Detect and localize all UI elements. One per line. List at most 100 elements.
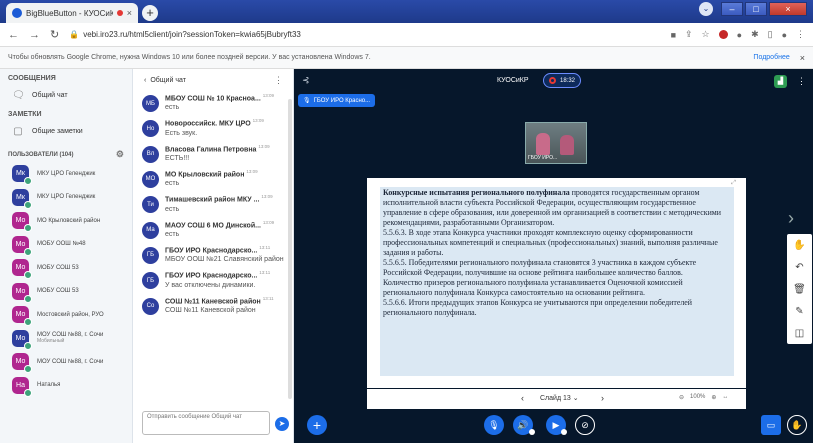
url-field[interactable]: 🔒 vebi.iro23.ru/html5client/join?session…: [69, 30, 660, 39]
meeting-title: КУОСиКР: [497, 77, 529, 84]
back-icon[interactable]: ←: [8, 29, 19, 41]
message-text: У вас отключены динамики.: [165, 281, 256, 289]
user-list-item[interactable]: Мк МКУ ЦРО Геленджик: [0, 162, 132, 186]
user-list-item[interactable]: Мо МОБУ ООШ №48: [0, 233, 132, 257]
reload-icon[interactable]: ↻: [50, 28, 59, 41]
send-message-button[interactable]: ➤: [275, 417, 289, 431]
tab-close-button[interactable]: ×: [127, 8, 132, 18]
user-name-block: МОБУ ООШ №48: [37, 241, 86, 247]
chevron-right-icon[interactable]: ›: [788, 208, 794, 229]
undo-icon[interactable]: ↶: [795, 262, 803, 273]
user-name: МКУ ЦРО Геленджик: [37, 194, 96, 201]
maximize-button[interactable]: □: [745, 2, 767, 16]
puzzle-icon[interactable]: ✱: [751, 29, 759, 40]
presentation-toggle-button[interactable]: ▭: [761, 415, 781, 435]
message-body: СОШ №11 Каневской район 13:11 СОШ №11 Кан…: [165, 294, 274, 315]
recording-indicator[interactable]: 18:32: [543, 73, 581, 88]
zoom-in-button[interactable]: ⊕: [711, 394, 716, 401]
next-slide-button[interactable]: ›: [601, 393, 604, 403]
webcam-video[interactable]: ГБОУ ИРО...: [525, 122, 587, 164]
user-list-item[interactable]: Мо МОУ СОШ №88, г. Сочи Мобильный: [0, 327, 132, 351]
fit-width-button[interactable]: ↔: [722, 394, 728, 401]
user-list-item[interactable]: Мо Мостовский район, РУО: [0, 303, 132, 327]
user-list-item[interactable]: На Наталья: [0, 374, 132, 398]
gear-icon[interactable]: ⚙: [116, 149, 124, 160]
presentation-slide[interactable]: ⤢ Конкурсные испытания регионального пол…: [367, 178, 746, 388]
chat-message: Со СОШ №11 Каневской район 13:11 СОШ №11 К…: [134, 294, 293, 315]
shared-notes-item[interactable]: ▢ Общие заметки: [0, 122, 132, 141]
message-avatar: Со: [142, 297, 159, 315]
camera-permission-icon[interactable]: ■: [671, 30, 676, 40]
message-avatar: ГБ: [142, 246, 159, 264]
message-time: 13:09: [252, 118, 264, 124]
multi-user-icon[interactable]: ✎: [795, 306, 803, 317]
microphone-button[interactable]: 🎙: [484, 415, 504, 435]
trash-icon[interactable]: 🗑: [793, 284, 806, 295]
sidepanel-icon[interactable]: ▯: [768, 29, 773, 40]
public-chat-item[interactable]: 🗨 Общий чат: [0, 86, 132, 105]
screen-share-button[interactable]: ⊘: [575, 415, 595, 435]
profile-avatar-icon[interactable]: ●: [782, 30, 787, 40]
chat-message: ГБ ГБОУ ИРО Краснодарско... 13:11 МБОУ ООШ…: [134, 243, 293, 264]
chart-icon[interactable]: ◫: [795, 328, 804, 339]
new-tab-button[interactable]: +: [142, 5, 158, 21]
user-name-block: МОБУ СОШ 53: [37, 265, 79, 271]
message-sender: Тимашевский район МКУ ... 13:09: [165, 192, 273, 204]
user-avatar: Мо: [12, 306, 32, 327]
message-sender: МАОУ СОШ 6 МО Динской... 13:09: [165, 218, 274, 230]
video-label: ГБОУ ИРО...: [528, 155, 558, 161]
message-avatar: Ти: [142, 196, 159, 214]
slide-selector[interactable]: Слайд 13 ⌄: [540, 394, 579, 402]
message-sender: МБОУ СОШ № 10 Красноа... 13:09: [165, 91, 274, 103]
actions-plus-button[interactable]: +: [307, 415, 327, 435]
user-list-item[interactable]: Мо МО Крыловский район: [0, 209, 132, 233]
previous-slide-button[interactable]: ‹: [521, 393, 524, 403]
raise-hand-button[interactable]: ✋: [787, 415, 807, 435]
message-text: Есть звук.: [165, 129, 198, 137]
options-menu-icon[interactable]: ⋮: [797, 76, 806, 87]
menu-dots-icon[interactable]: ⋮: [796, 29, 805, 40]
user-name: МО Крыловский район: [37, 217, 101, 224]
user-name-block: МО Крыловский район: [37, 218, 100, 224]
zoom-out-button[interactable]: ⊖: [679, 394, 684, 401]
chat-back-icon[interactable]: ‹: [144, 77, 146, 84]
message-text: есть: [165, 180, 180, 188]
sender-name: Новороссийск. МКУ ЦРО: [165, 120, 251, 128]
user-list-sidebar: СООБЩЕНИЯ 🗨 Общий чат ЗАМЕТКИ ▢ Общие за…: [0, 69, 133, 443]
hand-tool-icon[interactable]: ✋: [793, 240, 805, 251]
user-list-item[interactable]: Мо МОУ СОШ №88, г. Сочи: [0, 350, 132, 374]
lock-icon: 🔒: [69, 30, 80, 39]
browser-tab[interactable]: BigBlueButton - КУОСиКР - ×: [6, 3, 138, 23]
fit-to-screen-icon[interactable]: ⤢: [731, 180, 736, 187]
user-list-item[interactable]: Мо МОБУ СОШ 53: [0, 280, 132, 304]
tab-title: BigBlueButton - КУОСиКР -: [26, 8, 113, 18]
slide-paragraph: 5.5.6.5. Победителями регионального полу…: [383, 258, 697, 277]
message-sender: СОШ №11 Каневской район 13:11: [165, 294, 274, 306]
forward-icon[interactable]: →: [29, 29, 40, 41]
chat-message-input[interactable]: Отправить сообщение Общий чат: [142, 411, 270, 435]
connection-status-icon[interactable]: ▟: [774, 75, 787, 88]
message-sender: Власова Галина Петровна 13:09: [165, 142, 270, 154]
recording-time: 18:32: [559, 77, 575, 84]
profile-icon[interactable]: ⌄: [699, 2, 713, 16]
notice-more-link[interactable]: Подробнее: [753, 54, 789, 61]
user-list-item[interactable]: Мо МОБУ СОШ 53: [0, 256, 132, 280]
toggle-userlist-icon[interactable]: ⊰: [302, 75, 310, 86]
message-body: Тимашевский район МКУ ... 13:09 есть: [165, 192, 273, 213]
close-window-button[interactable]: ×: [769, 2, 807, 16]
extension-shield-icon[interactable]: [718, 30, 728, 39]
minimize-button[interactable]: –: [721, 2, 743, 16]
chat-scrollbar[interactable]: [288, 99, 292, 399]
extension-icon[interactable]: ●: [737, 30, 742, 40]
share-icon[interactable]: ⇪: [685, 29, 693, 40]
star-icon[interactable]: ☆: [702, 29, 710, 40]
chat-message: МО МО Крыловский район 13:09 есть: [134, 167, 293, 188]
user-name-block: МОУ СОШ №88, г. Сочи Мобильный: [37, 332, 103, 344]
sender-name: ГБОУ ИРО Краснодарско...: [165, 272, 258, 280]
bigbluebutton-favicon-icon: [12, 8, 22, 18]
chat-options-icon[interactable]: ⋮: [274, 75, 283, 86]
user-list-item[interactable]: Мк МКУ ЦРО Геленджик: [0, 186, 132, 210]
sender-name: СОШ №11 Каневской район: [165, 297, 261, 305]
message-text: ЕСТЬ!!!: [165, 154, 190, 162]
notice-close-button[interactable]: ×: [800, 53, 805, 63]
